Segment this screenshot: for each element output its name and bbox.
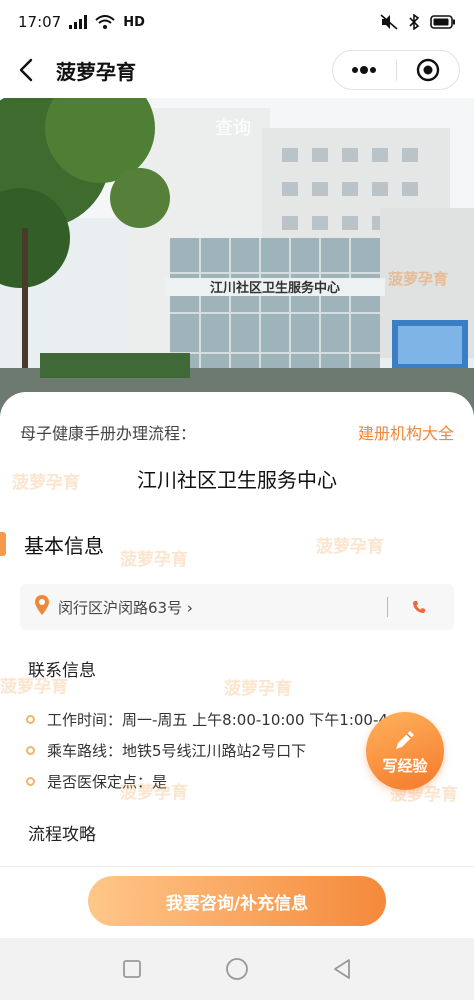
process-label: 母子健康手册办理流程： [20, 424, 197, 443]
write-experience-label: 写经验 [382, 756, 428, 775]
more-button[interactable] [333, 51, 396, 89]
guide-title: 流程攻略 [28, 825, 96, 845]
info-text: 工作时间：周一-周五 上午8:00-10:00 下午1:00-4:00 [47, 711, 413, 729]
hero-watermark: 菠萝孕育 [388, 270, 448, 288]
building-photo: 江川社区卫生服务中心 查询 菠萝孕育 [0, 98, 474, 418]
write-experience-button[interactable]: 写经验 [366, 712, 444, 790]
building-sign-text: 江川社区卫生服务中心 [210, 280, 340, 296]
section-title: 基本信息 [24, 533, 104, 558]
section-basic-info: 基本信息 [0, 526, 474, 562]
status-time: 17:07 [18, 13, 62, 31]
info-card: 母子健康手册办理流程： 建册机构大全 江川社区卫生服务中心 基本信息 闵行区沪闵… [0, 392, 474, 872]
address-box: 闵行区沪闵路63号 › [20, 584, 454, 630]
bullet-icon [26, 777, 35, 786]
bullet-icon [26, 746, 35, 755]
close-mini-program-button[interactable] [397, 51, 460, 89]
status-left: 17:07 HD [18, 13, 145, 31]
pencil-icon [396, 730, 414, 749]
info-text: 乘车路线：地铁5号线江川路站2号口下 [47, 742, 307, 760]
nav-title: 菠萝孕育 [56, 59, 136, 84]
address-link[interactable]: 闵行区沪闵路63号 › [58, 597, 193, 618]
circle-icon [226, 958, 248, 980]
org-list-link[interactable]: 建册机构大全 [358, 420, 454, 444]
system-nav-bar [0, 938, 474, 1000]
process-row: 母子健康手册办理流程： 建册机构大全 [20, 420, 454, 444]
status-right [380, 14, 456, 30]
info-text: 是否医保定点：是 [47, 773, 168, 791]
center-name: 江川社区卫生服务中心 [137, 468, 337, 492]
signal-icon [69, 15, 88, 29]
target-close-icon [416, 58, 439, 82]
contact-title: 联系信息 [28, 661, 96, 681]
back-system-button[interactable] [322, 949, 362, 989]
nav-bar: 菠萝孕育 [0, 44, 474, 96]
network-type: HD [123, 14, 145, 30]
location-pin-icon [34, 594, 50, 620]
mini-program-capsule [332, 50, 460, 90]
consult-button[interactable]: 我要咨询/补充信息 [88, 876, 386, 926]
triangle-back-icon [333, 959, 350, 979]
status-bar: 17:07 HD [0, 0, 474, 44]
more-dots-icon [352, 66, 377, 74]
chevron-left-icon [19, 58, 33, 82]
recent-apps-button[interactable] [112, 949, 152, 989]
square-icon [123, 960, 142, 978]
battery-icon [430, 15, 456, 29]
address-divider [387, 597, 388, 617]
home-button[interactable] [217, 949, 257, 989]
bullet-icon [26, 715, 35, 724]
bottom-action-bar: 我要咨询/补充信息 [0, 866, 474, 938]
back-button[interactable] [0, 44, 52, 96]
phone-icon [413, 601, 425, 613]
wifi-icon [95, 15, 115, 29]
hero-image: 江川社区卫生服务中心 查询 菠萝孕育 [0, 98, 474, 418]
hero-overlay-text: 查询 [215, 118, 251, 139]
mute-icon [380, 14, 398, 30]
bluetooth-icon [408, 14, 420, 30]
phone-button[interactable] [406, 594, 432, 620]
section-accent-bar [0, 532, 6, 556]
